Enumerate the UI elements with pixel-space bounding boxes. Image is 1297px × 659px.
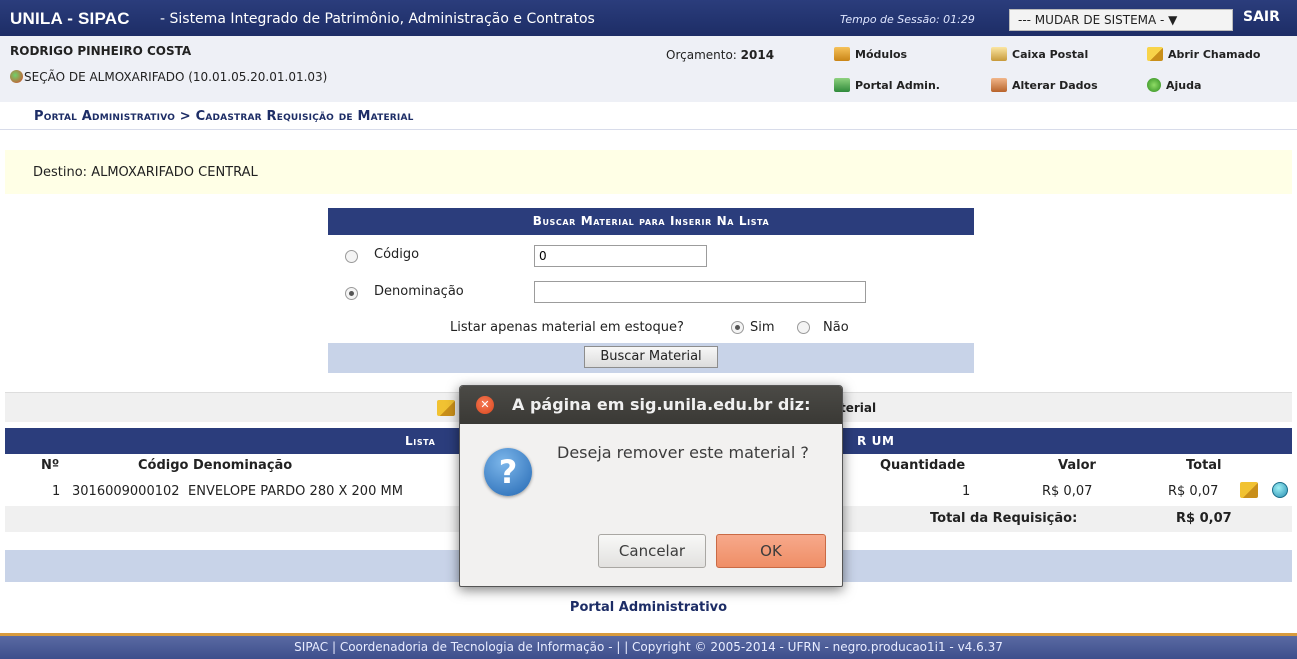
search-material-button[interactable]: Buscar Material <box>584 346 718 368</box>
help-label: Ajuda <box>1166 78 1202 92</box>
mailbox-button[interactable]: Caixa Postal <box>985 43 1135 65</box>
close-icon[interactable]: ✕ <box>476 396 494 414</box>
row-total: R$ 0,07 <box>1168 484 1219 499</box>
mailbox-label: Caixa Postal <box>1012 47 1089 61</box>
total-label: Total da Requisição: <box>930 511 1078 526</box>
user-section: SEÇÃO DE ALMOXARIFADO (10.01.05.20.01.01… <box>24 70 328 84</box>
add-material-label[interactable]: terial <box>840 401 876 415</box>
user-name: RODRIGO PINHEIRO COSTA <box>10 44 192 58</box>
dialog-title: A página em sig.unila.edu.br diz: <box>512 395 811 414</box>
stock-yes-label: Sim <box>750 320 775 335</box>
portal-admin-link[interactable]: Portal Administrativo <box>0 600 1297 615</box>
portal-admin-button[interactable]: Portal Admin. <box>828 74 978 96</box>
portal-admin-label: Portal Admin. <box>855 78 940 92</box>
name-radio[interactable] <box>345 287 358 300</box>
destination-box: Destino: ALMOXARIFADO CENTRAL <box>5 150 1292 194</box>
app-subtitle: - Sistema Integrado de Patrimônio, Admin… <box>160 11 595 27</box>
stock-yes-radio[interactable] <box>731 321 744 334</box>
dialog-message: Deseja remover este material ? <box>557 443 809 462</box>
mailbox-icon <box>991 47 1007 61</box>
app-name: UNILA - SIPAC <box>10 9 130 28</box>
destination-text: Destino: ALMOXARIFADO CENTRAL <box>33 165 258 180</box>
header-total: Total <box>1186 458 1222 473</box>
help-icon <box>1147 78 1161 92</box>
ok-button[interactable]: OK <box>716 534 826 568</box>
modules-icon <box>834 47 850 61</box>
change-data-button[interactable]: Alterar Dados <box>985 74 1135 96</box>
switch-unit-icon[interactable] <box>10 70 23 83</box>
header-qty: Quantidade <box>880 458 966 473</box>
portal-icon <box>834 78 850 92</box>
open-ticket-label: Abrir Chamado <box>1168 47 1261 61</box>
header-code-name: Código Denominação <box>138 458 293 473</box>
user-bar: RODRIGO PINHEIRO COSTA SEÇÃO DE ALMOXARI… <box>0 36 1297 102</box>
budget-label: Orçamento: <box>666 48 737 62</box>
cancel-button[interactable]: Cancelar <box>598 534 706 568</box>
stock-no-label: Não <box>823 320 849 335</box>
help-button[interactable]: Ajuda <box>1141 74 1291 96</box>
code-input[interactable] <box>534 245 707 267</box>
row-name: ENVELOPE PARDO 280 X 200 MM <box>188 484 403 499</box>
header-num: Nº <box>41 458 60 473</box>
add-material-icon[interactable] <box>437 400 455 416</box>
budget-info: Orçamento: 2014 <box>666 48 774 62</box>
search-caption: Buscar Material para Inserir Na Lista <box>328 208 974 235</box>
system-switch-select[interactable]: --- MUDAR DE SISTEMA - ▼ <box>1009 9 1233 31</box>
header-value: Valor <box>1058 458 1096 473</box>
row-value: R$ 0,07 <box>1042 484 1093 499</box>
question-icon: ? <box>484 448 532 496</box>
search-material-form: Buscar Material para Inserir Na Lista Có… <box>328 208 974 373</box>
confirm-dialog: ✕ A página em sig.unila.edu.br diz: ? De… <box>459 385 843 587</box>
remove-icon[interactable] <box>1272 482 1288 498</box>
pencil-icon <box>1147 47 1163 61</box>
code-label: Código <box>374 247 420 262</box>
name-label: Denominação <box>374 284 464 299</box>
logout-link[interactable]: SAIR <box>1243 9 1280 25</box>
user-icon <box>991 78 1007 92</box>
modules-label: Módulos <box>855 47 908 61</box>
list-caption-left: Lista <box>405 434 436 448</box>
budget-year: 2014 <box>740 48 775 62</box>
top-bar: UNILA - SIPAC - Sistema Integrado de Pat… <box>0 0 1297 36</box>
edit-icon[interactable] <box>1240 482 1258 498</box>
session-timer: Tempo de Sessão: 01:29 <box>840 13 975 26</box>
dialog-titlebar: ✕ A página em sig.unila.edu.br diz: <box>460 386 842 424</box>
row-code: 3016009000102 <box>72 484 180 499</box>
name-input[interactable] <box>534 281 866 303</box>
total-value: R$ 0,07 <box>1176 511 1232 526</box>
row-num: 1 <box>52 484 61 499</box>
stock-no-radio[interactable] <box>797 321 810 334</box>
modules-button[interactable]: Módulos <box>828 43 978 65</box>
row-qty: 1 <box>962 484 971 499</box>
change-data-label: Alterar Dados <box>1012 78 1098 92</box>
search-form-footer: Buscar Material <box>328 343 974 373</box>
page-footer: SIPAC | Coordenadoria de Tecnologia de I… <box>0 633 1297 659</box>
stock-question: Listar apenas material em estoque? <box>450 320 684 335</box>
breadcrumb-text: Portal Administrativo > Cadastrar Requis… <box>34 109 414 124</box>
open-ticket-button[interactable]: Abrir Chamado <box>1141 43 1291 65</box>
code-radio[interactable] <box>345 250 358 263</box>
breadcrumb: Portal Administrativo > Cadastrar Requis… <box>0 102 1297 130</box>
list-caption-right: R UM <box>857 434 895 448</box>
